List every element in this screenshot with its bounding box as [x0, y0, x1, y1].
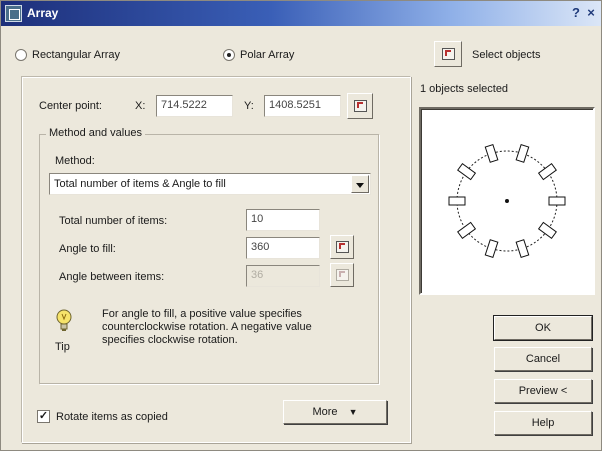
angle-between-input: 36: [246, 265, 320, 287]
preview-array-item: [457, 162, 477, 181]
total-items-input[interactable]: 10: [246, 209, 320, 231]
selection-status: 1 objects selected: [420, 83, 509, 95]
preview-array-item: [448, 196, 466, 206]
chevron-down-icon[interactable]: [351, 175, 369, 193]
preview-array-item: [515, 239, 530, 259]
method-select-value: Total number of items & Angle to fill: [54, 178, 226, 190]
title-bar: Array ? ×: [1, 1, 601, 26]
method-select[interactable]: Total number of items & Angle to fill: [49, 173, 371, 195]
select-objects-icon: [441, 48, 455, 60]
tip-bulb-icon: [56, 309, 72, 331]
pick-point-icon: [353, 100, 367, 112]
array-dialog: Array ? × Rectangular Array Polar Array …: [0, 0, 602, 451]
window-title: Array: [27, 6, 59, 20]
pick-angle-fill-button[interactable]: [330, 235, 354, 259]
ok-button[interactable]: OK: [493, 315, 593, 341]
app-icon: [5, 5, 22, 22]
preview-array-item: [484, 239, 499, 259]
center-x-input[interactable]: 714.5222: [156, 95, 233, 117]
array-preview: [419, 107, 595, 295]
center-y-input[interactable]: 1408.5251: [264, 95, 341, 117]
method-values-group: Method and values: [39, 127, 379, 384]
tip-line-3: specifies clockwise rotation.: [102, 334, 238, 346]
tip-line-1: For angle to fill, a positive value spec…: [102, 308, 302, 320]
preview-array-item: [457, 221, 477, 240]
preview-canvas: [448, 143, 566, 259]
close-icon[interactable]: ×: [584, 5, 598, 21]
preview-array-item: [515, 143, 530, 163]
preview-array-item: [537, 221, 557, 240]
method-label: Method:: [55, 155, 95, 167]
tip-line-2: counterclockwise rotation. A negative va…: [102, 321, 312, 333]
more-button-label: More: [312, 406, 338, 418]
polar-array-radio[interactable]: [223, 49, 235, 61]
rectangular-array-label[interactable]: Rectangular Array: [32, 49, 120, 61]
select-objects-button[interactable]: [434, 41, 462, 67]
preview-array-item: [484, 143, 499, 163]
help-button[interactable]: Help: [494, 411, 592, 435]
more-button[interactable]: More ▼: [283, 400, 387, 424]
select-objects-label: Select objects: [472, 49, 541, 61]
rectangular-array-radio[interactable]: [15, 49, 27, 61]
pick-angle-icon: [335, 241, 349, 253]
help-icon[interactable]: ?: [569, 5, 583, 21]
tip-caption: Tip: [55, 341, 70, 353]
angle-fill-label: Angle to fill:: [59, 243, 116, 255]
center-y-label: Y:: [244, 100, 254, 112]
angle-between-label: Angle between items:: [59, 271, 165, 283]
polar-array-label[interactable]: Polar Array: [240, 49, 294, 61]
preview-array-item: [537, 162, 557, 181]
rotate-items-label[interactable]: Rotate items as copied: [56, 411, 168, 423]
center-x-label: X:: [135, 100, 146, 112]
rotate-items-checkbox[interactable]: ✓: [37, 410, 50, 423]
preview-button[interactable]: Preview <: [494, 379, 592, 403]
total-items-label: Total number of items:: [59, 215, 168, 227]
cancel-button[interactable]: Cancel: [494, 347, 592, 371]
preview-array-item: [548, 196, 566, 206]
preview-center-point: [505, 199, 509, 203]
pick-angle-between-button: [330, 263, 354, 287]
center-point-label: Center point:: [39, 100, 102, 112]
pick-angle-icon: [335, 269, 349, 281]
more-arrow-icon: ▼: [348, 407, 358, 417]
angle-fill-input[interactable]: 360: [246, 237, 320, 259]
pick-center-point-button[interactable]: [347, 93, 373, 119]
method-values-legend: Method and values: [46, 127, 145, 139]
